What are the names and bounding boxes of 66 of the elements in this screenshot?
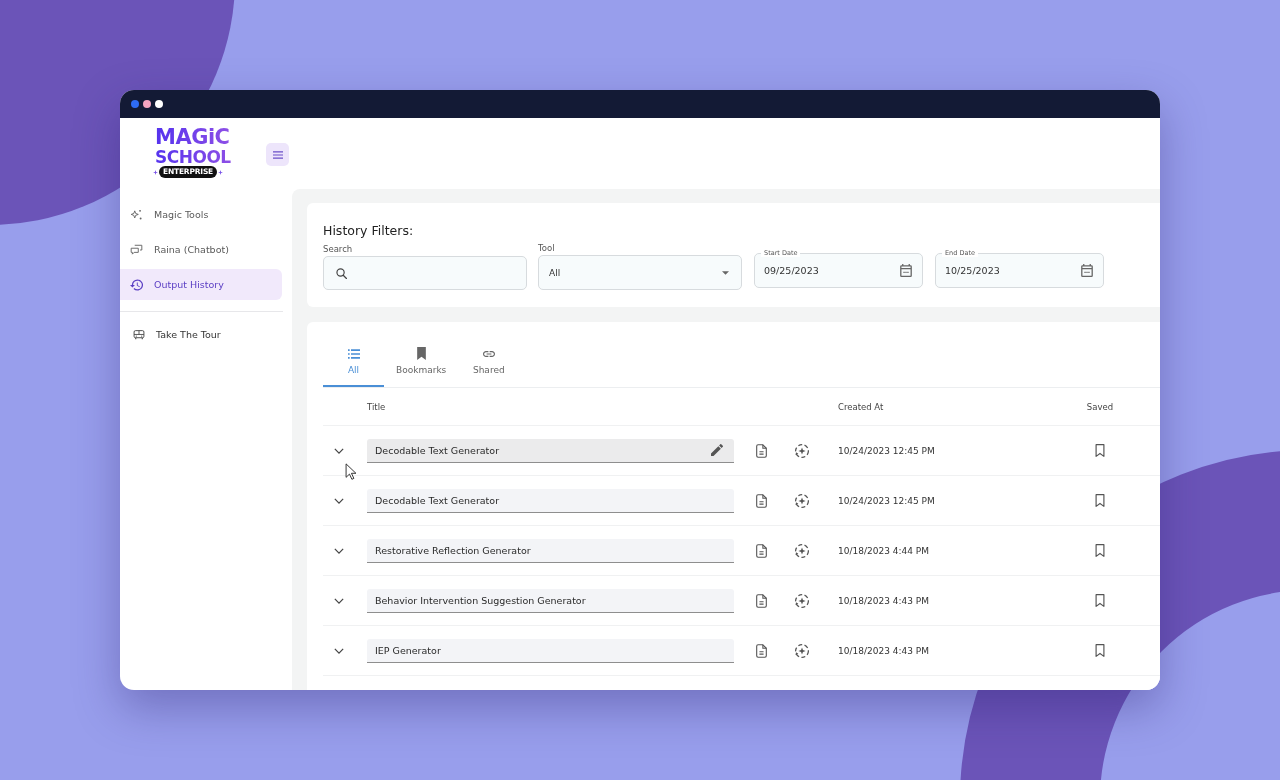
title-field[interactable]: Restorative Reflection Generator xyxy=(367,538,734,563)
field-label: Tool xyxy=(538,243,556,253)
logo-text: SCHOOL xyxy=(155,148,231,166)
chevron-down-icon[interactable] xyxy=(334,597,344,604)
sparkle-icon xyxy=(218,169,223,175)
column-header: Title xyxy=(367,401,387,412)
link-icon xyxy=(482,349,495,359)
chevron-down-icon[interactable] xyxy=(334,447,344,454)
title-field[interactable]: Decodable Text Generator xyxy=(367,488,734,513)
section-title: History Filters: xyxy=(323,223,415,239)
menu-button[interactable] xyxy=(266,143,289,166)
document-icon[interactable] xyxy=(755,543,767,558)
search-icon xyxy=(336,267,347,279)
sparkle-refresh-icon[interactable] xyxy=(794,642,810,659)
document-icon[interactable] xyxy=(755,493,767,508)
search-field[interactable] xyxy=(323,256,527,290)
table-cell-text: 10/18/2023 4:43 PM xyxy=(837,645,930,656)
bookmark-icon[interactable] xyxy=(1095,594,1105,607)
title-field[interactable]: Decodable Text Generator xyxy=(367,438,734,463)
title-field[interactable]: Behavior Intervention Suggestion Generator xyxy=(367,588,734,613)
bus-icon xyxy=(133,329,145,340)
bookmark-icon[interactable] xyxy=(1095,494,1105,507)
caret-icon xyxy=(722,270,729,275)
sparkle-refresh-icon[interactable] xyxy=(794,492,810,509)
nav-item[interactable]: Take The Tour xyxy=(120,319,282,350)
document-icon[interactable] xyxy=(755,643,767,658)
sparkle-refresh-icon[interactable] xyxy=(794,442,810,459)
bookmark-icon[interactable] xyxy=(1095,544,1105,557)
sparkle-refresh-icon[interactable] xyxy=(794,542,810,559)
table-cell-text: 10/18/2023 4:43 PM xyxy=(837,595,930,606)
calendar-icon[interactable] xyxy=(1081,264,1093,277)
document-icon[interactable] xyxy=(755,593,767,608)
chevron-down-icon[interactable] xyxy=(334,497,344,504)
window-dot-icon[interactable] xyxy=(155,100,163,108)
calendar-icon[interactable] xyxy=(900,264,912,277)
bookmark-icon[interactable] xyxy=(1095,444,1105,457)
chat-bubbles-icon xyxy=(130,243,143,256)
document-icon[interactable] xyxy=(755,443,767,458)
sparkle-icon xyxy=(130,208,143,221)
column-header: Saved xyxy=(1086,401,1114,412)
sparkle-refresh-icon[interactable] xyxy=(794,592,810,609)
window-dot-icon[interactable] xyxy=(143,100,151,108)
nav-item[interactable]: Output History xyxy=(120,269,282,300)
tab[interactable]: All xyxy=(323,340,384,387)
title-field[interactable]: IEP Generator xyxy=(367,638,734,663)
menu-icon xyxy=(272,150,283,159)
tool-select[interactable]: All xyxy=(538,255,742,290)
window-dot-icon[interactable] xyxy=(131,100,139,108)
nav-item[interactable]: Raina (Chatbot) xyxy=(120,234,282,265)
nav-item[interactable]: Magic Tools xyxy=(120,199,282,230)
tab[interactable]: Bookmarks xyxy=(384,340,459,387)
pencil-icon[interactable] xyxy=(711,444,723,456)
bookmark-icon xyxy=(416,347,426,360)
table-cell-text: 10/24/2023 12:45 PM xyxy=(837,495,936,506)
chevron-down-icon[interactable] xyxy=(334,647,344,654)
tab[interactable]: Shared xyxy=(458,340,520,387)
table-cell-text: 10/18/2023 4:44 PM xyxy=(837,545,930,556)
column-header: Created At xyxy=(837,401,885,412)
field-label: Search xyxy=(323,244,354,254)
sparkle-icon xyxy=(153,169,158,175)
list-icon xyxy=(347,349,360,359)
table-cell-text: 10/24/2023 12:45 PM xyxy=(837,445,936,456)
history-icon xyxy=(130,278,143,291)
chevron-down-icon[interactable] xyxy=(334,547,344,554)
bookmark-icon[interactable] xyxy=(1095,644,1105,657)
cursor-icon xyxy=(345,463,357,480)
